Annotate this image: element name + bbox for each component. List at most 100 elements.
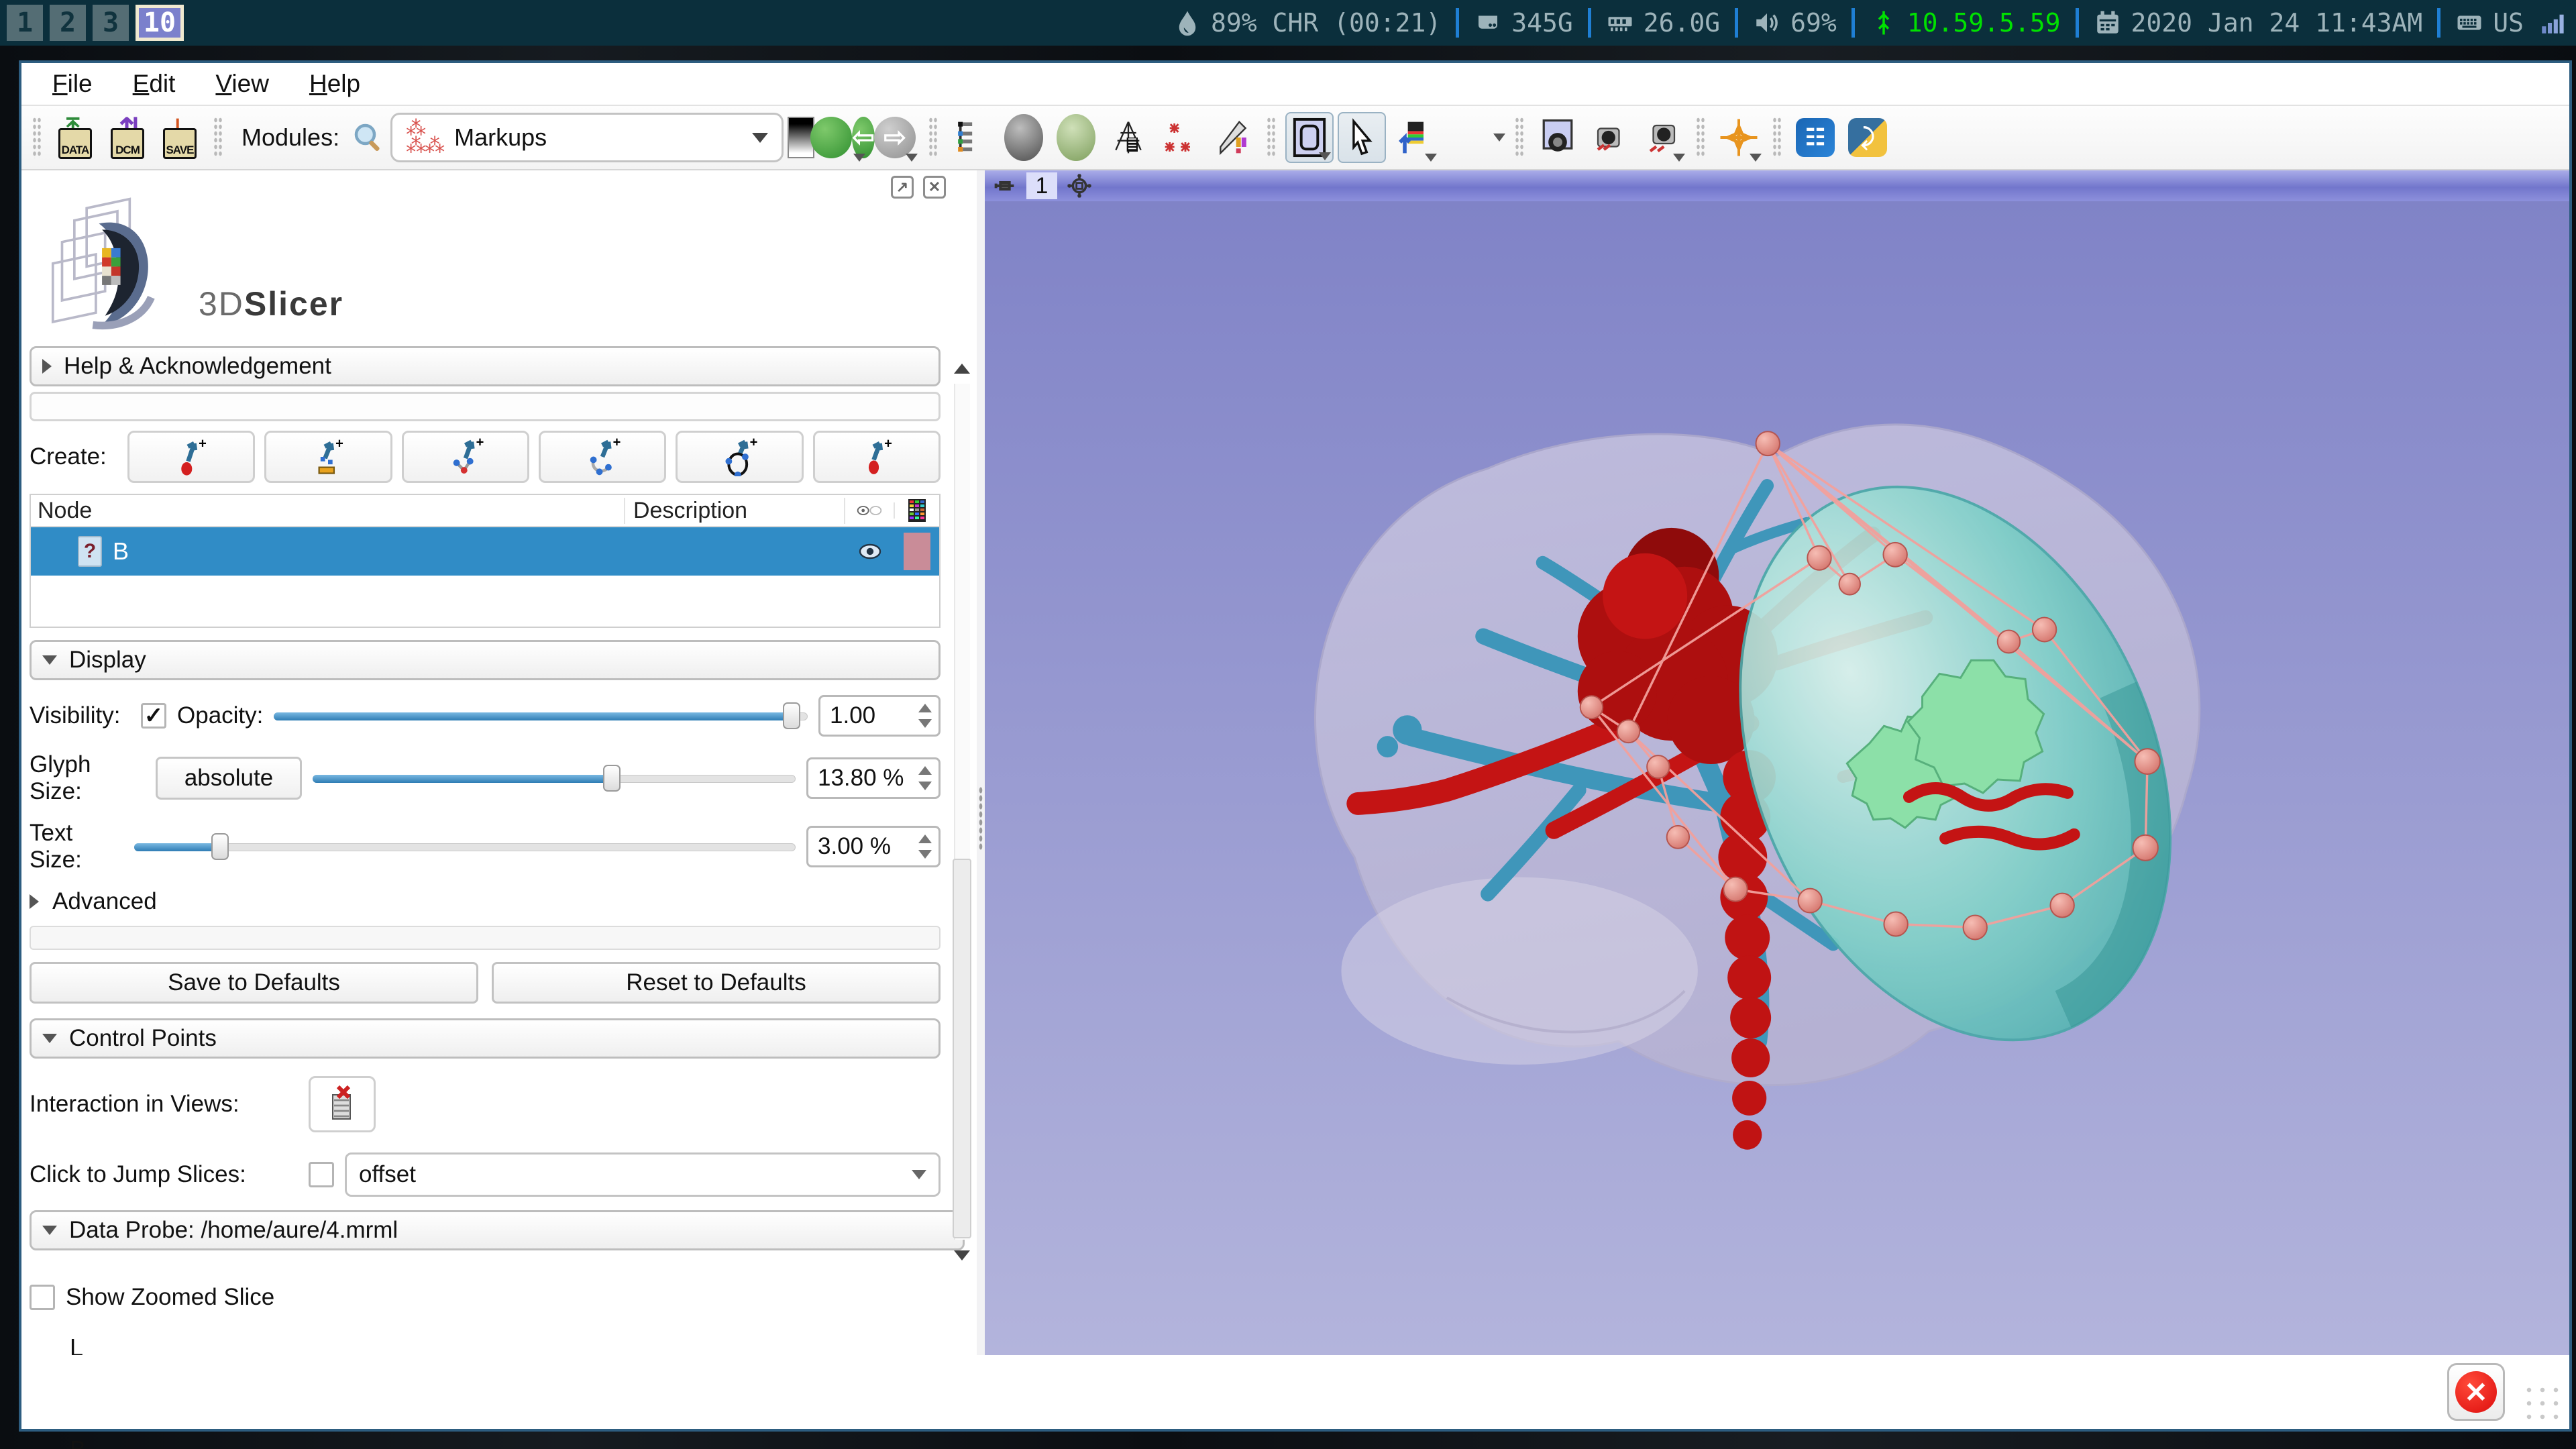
extra-dropdown-arrow-icon[interactable] [1493,133,1505,142]
menu-edit[interactable]: Edit [114,67,195,101]
back-menu-arrow-icon[interactable] [853,154,865,162]
models-button[interactable] [1104,112,1152,163]
layout-selector-button[interactable] [1285,112,1334,163]
colors-menu-arrow-icon[interactable] [1425,154,1437,162]
menu-file[interactable]: File [34,67,111,101]
panel-close-button[interactable]: ✕ [923,176,946,199]
main-toolbar: ⤒DATA ⇅DCM ⤓SAVE Modules: ⁂⁂⁂ Markups ⇦ … [21,105,2569,170]
create-closed-curve-button[interactable]: + [676,431,803,483]
node-row-selected[interactable]: ? B [31,527,939,576]
module-selector-combobox[interactable]: ⁂⁂⁂ Markups [390,113,784,162]
toolbar-drag-handle[interactable] [213,117,223,158]
toolbar-drag-handle[interactable] [928,117,938,158]
create-line-button[interactable]: + [264,431,392,483]
description-column-header[interactable]: Description [625,498,845,524]
scroll-up-button[interactable] [951,357,973,380]
toolbar-drag-handle[interactable] [1515,117,1524,158]
create-fiducial-button[interactable]: + [813,431,941,483]
spin-up-icon[interactable] [918,835,932,843]
scene-view-restore-button[interactable] [1638,112,1686,163]
interaction-views-button[interactable] [309,1076,376,1132]
crosshair-button[interactable] [1715,112,1763,163]
volume-rendering-button[interactable] [1000,112,1048,163]
node-column-header[interactable]: Node [31,498,625,524]
eye-icon[interactable] [859,543,881,559]
visibility-checkbox[interactable]: ✓ [141,703,166,729]
scene-view-save-button[interactable] [1586,112,1634,163]
glyph-size-spinbox[interactable]: 13.80 % [806,757,941,799]
extensions-manager-button[interactable]: ☷ [1791,112,1839,163]
crosshair-menu-arrow-icon[interactable] [1750,154,1762,162]
menu-help[interactable]: Help [290,67,379,101]
scene-view-menu-arrow-icon[interactable] [1673,154,1685,162]
node-color-swatch[interactable] [904,533,930,570]
opacity-slider[interactable] [274,702,808,729]
toolbar-drag-handle[interactable] [1772,117,1782,158]
history-forward-button[interactable]: ⇨ [871,112,919,163]
data-probe-section-header[interactable]: Data Probe: /home/aure/4.mrml [30,1210,965,1250]
screenshot-button[interactable] [1534,112,1582,163]
visibility-column-header[interactable] [845,502,895,519]
spin-down-icon[interactable] [918,850,932,859]
mouse-interaction-button[interactable] [1338,112,1386,163]
keyboard-layout-status: US [2455,8,2524,38]
toolbar-drag-handle[interactable] [1267,117,1276,158]
workspace-10-active[interactable]: 10 [136,5,184,41]
load-dicom-button[interactable]: ⇅DCM [103,112,152,163]
control-points-section-header[interactable]: Control Points [30,1018,941,1059]
colors-module-button[interactable] [1390,112,1438,163]
cursor-arrow-icon [1345,118,1379,157]
text-size-spinbox[interactable]: 3.00 % [806,826,941,867]
create-open-curve-button[interactable]: + [539,431,666,483]
annotations-button[interactable] [1209,112,1257,163]
spin-up-icon[interactable] [918,704,932,712]
segmentation-button[interactable] [1052,112,1100,163]
color-column-header[interactable] [895,499,939,522]
workspace-1[interactable]: 1 [7,5,43,41]
toolbar-drag-handle[interactable] [1696,117,1705,158]
save-to-defaults-button[interactable]: Save to Defaults [30,962,478,1004]
show-zoomed-slice-checkbox[interactable] [30,1285,55,1310]
resize-grip-icon[interactable] [2522,1383,2563,1424]
panel-splitter[interactable] [977,170,985,1355]
workspace-3[interactable]: 3 [93,5,129,41]
desktop: 1 2 3 10 89% CHR (00:21) 345G 26.0G [0,0,2576,1449]
toolbar-drag-handle[interactable] [32,117,42,158]
module-search-icon[interactable] [350,119,386,156]
glyph-size-mode-button[interactable]: absolute [156,757,302,800]
scroll-thumb[interactable] [953,859,971,1238]
display-section-header[interactable]: Display [30,640,941,680]
panel-float-button[interactable]: ↗ [891,176,914,199]
advanced-row[interactable]: Advanced [30,888,941,915]
text-size-slider[interactable] [134,833,796,860]
reset-to-defaults-button[interactable]: Reset to Defaults [492,962,941,1004]
view-options-gear-icon[interactable] [1065,172,1093,200]
threed-scene[interactable] [985,201,2569,1355]
markups-toolbar-button[interactable] [1157,112,1205,163]
load-data-button[interactable]: ⤒DATA [51,112,99,163]
forward-menu-arrow-icon[interactable] [906,154,918,162]
glyph-size-row: Glyph Size: absolute 13.80 % [30,751,941,805]
scroll-down-button[interactable] [951,1244,973,1267]
workspace-2[interactable]: 2 [50,5,86,41]
spin-down-icon[interactable] [918,719,932,728]
save-button[interactable]: ⤓SAVE [156,112,204,163]
history-back-button[interactable]: ⇦ [818,112,867,163]
create-point-list-button[interactable]: + [127,431,255,483]
opacity-spinbox[interactable]: 1.00 [818,695,941,737]
jump-slices-checkbox[interactable] [309,1162,334,1187]
layout-menu-arrow-icon[interactable] [1319,152,1331,160]
python-console-button[interactable]: ⤸ [1843,112,1892,163]
spin-up-icon[interactable] [918,766,932,775]
subject-hierarchy-button[interactable] [947,112,996,163]
module-panel: ↗ ✕ [21,170,977,1355]
jump-slices-mode-combobox[interactable]: offset [345,1152,941,1197]
create-angle-button[interactable]: + [402,431,529,483]
panel-scrollbar[interactable] [951,357,973,1267]
pin-icon[interactable] [991,172,1018,199]
glyph-size-slider[interactable] [313,765,796,792]
help-acknowledgement-section[interactable]: Help & Acknowledgement [30,346,941,386]
error-dismiss-button[interactable]: ✕ [2447,1363,2505,1421]
menu-view[interactable]: View [197,67,288,101]
spin-down-icon[interactable] [918,782,932,790]
